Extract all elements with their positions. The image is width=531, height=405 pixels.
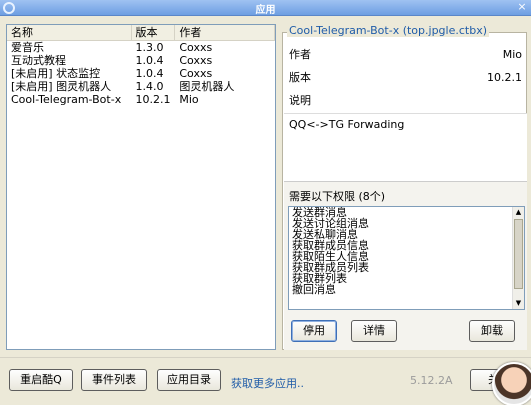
permissions-section: 需要以下权限 (8个) 发送群消息 发送讨论组消息 发送私聊消息 获取群成员信息… xyxy=(284,181,527,350)
version-row: 版本 10.2.1 xyxy=(289,71,522,85)
uninstall-button[interactable]: 卸载 xyxy=(469,320,515,342)
plugin-version: 1.0.4 xyxy=(135,54,164,67)
permission-item: 撤回消息 xyxy=(292,283,336,296)
avatar xyxy=(492,362,531,405)
plugin-list: 名称 版本 作者 爱音乐 1.3.0 Coxxs 互动式教程 1.0.4 Cox… xyxy=(6,24,276,350)
plugin-version: 10.2.1 xyxy=(135,93,171,106)
plugin-row-turing-bot[interactable]: [未启用] 图灵机器人 1.4.0 图灵机器人 xyxy=(7,80,275,93)
plugin-row-aiyinyue[interactable]: 爱音乐 1.3.0 Coxxs xyxy=(7,41,275,54)
author-row: 作者 Mio xyxy=(289,48,522,62)
scroll-up-arrow-icon[interactable]: ▲ xyxy=(513,207,524,218)
details-box: 作者 Mio 版本 10.2.1 说明 QQ<->TG Forwading 需要… xyxy=(282,32,527,350)
plugin-author: Mio xyxy=(179,93,199,106)
plugin-version: 1.0.4 xyxy=(135,67,164,80)
plugin-author: Coxxs xyxy=(179,41,213,54)
plugin-author: 图灵机器人 xyxy=(179,80,235,93)
plugin-row-status-monitor[interactable]: [未启用] 状态监控 1.0.4 Coxxs xyxy=(7,67,275,80)
author-value: Mio xyxy=(502,48,522,61)
plugin-name: 爱音乐 xyxy=(11,41,44,54)
plugin-row-tutorial[interactable]: 互动式教程 1.0.4 Coxxs xyxy=(7,54,275,67)
app-directory-button[interactable]: 应用目录 xyxy=(157,369,221,391)
permissions-list: 发送群消息 发送讨论组消息 发送私聊消息 获取群成员信息 获取陌生人信息 获取群… xyxy=(288,206,525,310)
details-button[interactable]: 详情 xyxy=(351,320,397,342)
title-bar: 应用 × xyxy=(0,0,531,16)
description-label: 说明 xyxy=(289,94,311,107)
plugin-name: [未启用] 图灵机器人 xyxy=(11,80,112,93)
plugin-list-header: 名称 版本 作者 xyxy=(7,25,275,41)
restart-button[interactable]: 重启酷Q xyxy=(9,369,73,391)
footer-bar: 重启酷Q 事件列表 应用目录 获取更多应用.. 5.12.2A 关闭 xyxy=(0,357,531,405)
close-icon[interactable]: × xyxy=(515,1,529,14)
window-title: 应用 xyxy=(255,5,276,16)
author-label: 作者 xyxy=(289,48,311,61)
plugin-version: 1.4.0 xyxy=(135,80,164,93)
more-apps-link[interactable]: 获取更多应用.. xyxy=(231,375,304,391)
permissions-scrollbar[interactable]: ▲ ▼ xyxy=(512,207,524,309)
app-version: 5.12.2A xyxy=(410,374,453,387)
column-author-header[interactable]: 作者 xyxy=(175,25,275,40)
plugin-author: Coxxs xyxy=(179,67,213,80)
version-label: 版本 xyxy=(289,71,311,84)
version-value: 10.2.1 xyxy=(487,71,522,84)
column-version-header[interactable]: 版本 xyxy=(132,25,176,40)
plugin-name: Cool-Telegram-Bot-x xyxy=(11,93,122,106)
plugin-title: Cool-Telegram-Bot-x (top.jpgle.ctbx) xyxy=(287,24,489,37)
plugin-name: [未启用] 状态监控 xyxy=(11,67,101,80)
plugin-version: 1.3.0 xyxy=(135,41,164,54)
column-name-header[interactable]: 名称 xyxy=(7,25,132,40)
scroll-thumb[interactable] xyxy=(514,219,523,289)
description-label-row: 说明 xyxy=(289,94,522,108)
plugin-row-cool-telegram-bot[interactable]: Cool-Telegram-Bot-x 10.2.1 Mio xyxy=(7,93,275,106)
plugin-author: Coxxs xyxy=(179,54,213,67)
disable-button[interactable]: 停用 xyxy=(291,320,337,342)
scroll-down-arrow-icon[interactable]: ▼ xyxy=(513,298,524,309)
event-list-button[interactable]: 事件列表 xyxy=(81,369,147,391)
plugin-details: 作者 Mio 版本 10.2.1 说明 QQ<->TG Forwading 需要… xyxy=(282,24,527,350)
plugin-name: 互动式教程 xyxy=(11,54,66,67)
permissions-title: 需要以下权限 (8个) xyxy=(289,190,386,203)
